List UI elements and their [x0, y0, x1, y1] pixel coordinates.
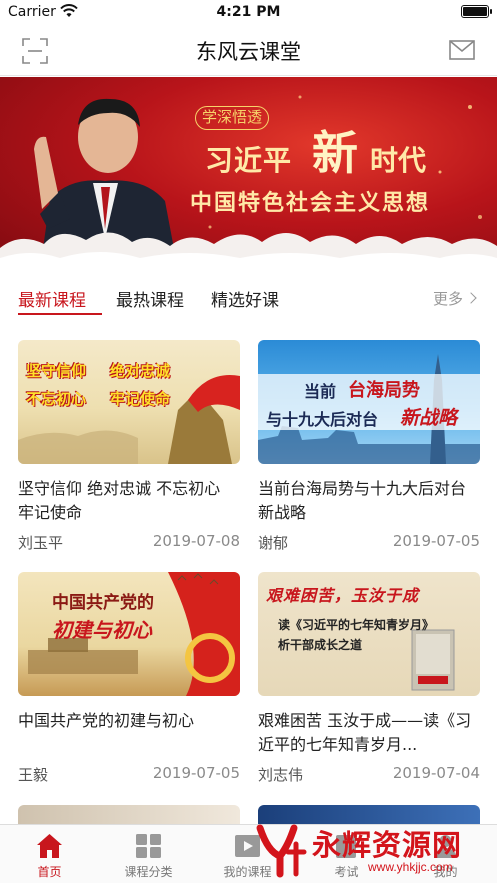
course-date: 2019-07-05 [392, 532, 480, 550]
course-date: 2019-07-05 [152, 764, 240, 782]
thumb-text: 牢记使命 [110, 390, 171, 408]
battery-level [463, 7, 487, 16]
course-title: 艰难困苦 玉汝于成——读《习近平的七年知青岁月... [258, 711, 472, 754]
watermark-title: 永辉资源网 [312, 828, 463, 862]
watermark-url: www.yhkjjc.com [368, 860, 453, 874]
banner-badge: 学深悟透 [195, 106, 270, 130]
hero-banner[interactable]: 学深悟透 习近平 新 时代 中国特色社会主义思想 [0, 77, 497, 270]
thumb-text: 初建与初心 [52, 618, 152, 642]
clock: 4:21 PM [216, 4, 281, 20]
course-card[interactable]: 当前 台海局势 与十九大后对台 新战略 当前台海局势与十九大后对台新战略 谢郁 … [258, 340, 480, 555]
grid-icon [136, 834, 161, 858]
banner-name: 习近平 [205, 144, 293, 177]
course-author: 王毅 [18, 766, 49, 784]
thumb-text: 新战略 [400, 407, 458, 429]
banner-clouds [0, 232, 497, 270]
more-link[interactable]: 更多 [432, 288, 477, 309]
banner-new-char: 新 [312, 126, 358, 180]
thumb-text: 台海局势 [348, 380, 420, 401]
thumb-text: 读《习近平的七年知青岁月》 [278, 618, 435, 632]
course-thumbnail: 艰难困苦，玉汝于成 读《习近平的七年知青岁月》 析干部成长之道 [258, 572, 480, 696]
course-title: 当前台海局势与十九大后对台新战略 [258, 479, 467, 522]
thumb-text: 与十九大后对台 [266, 410, 379, 429]
tab-home[interactable]: 首页 [0, 825, 99, 884]
tab-label: 课程分类 [124, 865, 173, 879]
thumb-text: 艰难困苦，玉汝于成 [266, 586, 420, 605]
status-bar: Carrier 4:21 PM [0, 0, 497, 26]
course-thumbnail: 中国共产党的 初建与初心 [18, 572, 240, 696]
course-author: 刘玉平 [18, 534, 64, 552]
course-card[interactable]: 艰难困苦，玉汝于成 读《习近平的七年知青岁月》 析干部成长之道 艰难困苦 玉汝于… [258, 572, 480, 787]
thumb-text: 不忘初心 [26, 390, 87, 408]
home-icon [37, 834, 62, 858]
course-thumbnail: 当前 台海局势 与十九大后对台 新战略 [258, 340, 480, 464]
page-title: 东风云课堂 [196, 40, 301, 64]
course-date: 2019-07-08 [152, 532, 240, 550]
course-card[interactable]: 中国共产党的 初建与初心 中国共产党的初建与初心 王毅 2019-07-05 [18, 572, 240, 787]
more-label: 更多 [432, 290, 463, 308]
course-card[interactable]: 坚守信仰 绝对忠诚 不忘初心 牢记使命 坚守信仰 绝对忠诚 不忘初心 牢记使命 … [18, 340, 240, 555]
watermark-logo [256, 824, 307, 878]
nav-bar: 东风云课堂 [0, 26, 497, 76]
thumb-text: 绝对忠诚 [110, 362, 171, 380]
mail-icon[interactable] [449, 40, 475, 60]
course-author: 刘志伟 [258, 766, 304, 784]
thumbnail-art [258, 354, 480, 464]
active-tab-indicator [18, 313, 102, 315]
tab-latest[interactable]: 最新课程 [18, 286, 86, 311]
battery-icon [461, 5, 492, 18]
course-date: 2019-07-04 [392, 764, 480, 782]
course-thumbnail: 坚守信仰 绝对忠诚 不忘初心 牢记使命 [18, 340, 240, 464]
course-tabs: 最新课程 最热课程 精选好课 更多 [0, 278, 497, 320]
banner-era: 时代 [370, 144, 427, 177]
tab-featured[interactable]: 精选好课 [211, 286, 279, 311]
chevron-right-icon [465, 292, 477, 304]
thumb-text: 当前 [304, 382, 337, 401]
thumb-text: 析干部成长之道 [278, 638, 363, 652]
course-thumbnail[interactable] [18, 805, 240, 825]
tab-hottest[interactable]: 最热课程 [116, 286, 184, 311]
tab-categories[interactable]: 课程分类 [99, 825, 198, 884]
thumb-text: 坚守信仰 [26, 362, 87, 380]
watermark: 永辉资源网 www.yhkjjc.com [250, 818, 495, 880]
course-title: 坚守信仰 绝对忠诚 不忘初心 牢记使命 [18, 479, 221, 522]
course-author: 谢郁 [258, 534, 289, 552]
course-title: 中国共产党的初建与初心 [18, 711, 195, 730]
tab-label: 首页 [37, 865, 62, 879]
thumb-text: 中国共产党的 [52, 593, 154, 613]
